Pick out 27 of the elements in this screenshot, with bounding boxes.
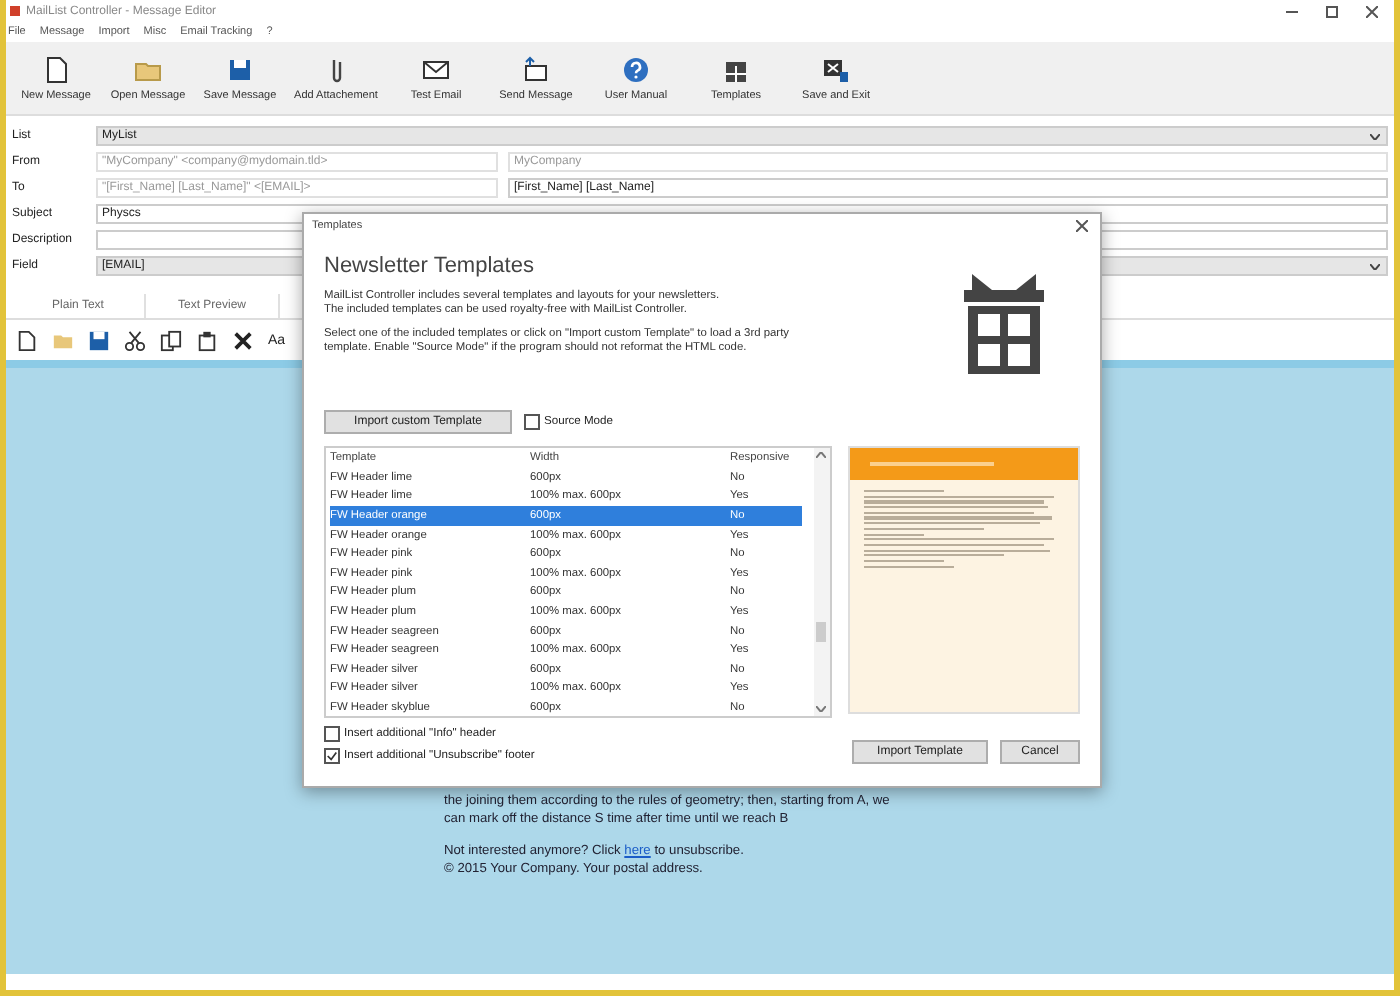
gift-icon xyxy=(960,270,1048,374)
close-icon[interactable] xyxy=(232,329,254,351)
envelope-arrow-icon xyxy=(522,55,550,83)
close-icon[interactable] xyxy=(1076,220,1088,232)
scrollbar[interactable] xyxy=(813,448,830,716)
document-icon xyxy=(42,55,70,83)
close-window-icon xyxy=(822,55,850,83)
envelope-icon xyxy=(422,55,450,83)
checkbox[interactable] xyxy=(324,748,340,764)
clipboard-icon[interactable] xyxy=(196,329,218,351)
scroll-up-icon[interactable] xyxy=(816,452,827,458)
scrollbar-thumb[interactable] xyxy=(816,622,827,642)
save-icon[interactable] xyxy=(88,329,110,351)
checkbox[interactable] xyxy=(324,726,340,742)
copy-icon[interactable] xyxy=(160,329,182,351)
app-icon xyxy=(10,6,20,16)
minimize-icon[interactable] xyxy=(1286,5,1298,17)
scissors-icon[interactable] xyxy=(124,329,146,351)
scroll-down-icon[interactable] xyxy=(816,706,827,712)
help-icon xyxy=(622,55,650,83)
checkbox[interactable] xyxy=(524,414,540,430)
dialog-heading: Newsletter Templates xyxy=(324,254,536,278)
new-file-icon[interactable] xyxy=(16,329,38,351)
close-icon[interactable] xyxy=(1366,5,1378,17)
maximize-icon[interactable] xyxy=(1326,5,1338,17)
chevron-down-icon xyxy=(1370,133,1386,139)
chevron-down-icon xyxy=(1370,263,1386,269)
